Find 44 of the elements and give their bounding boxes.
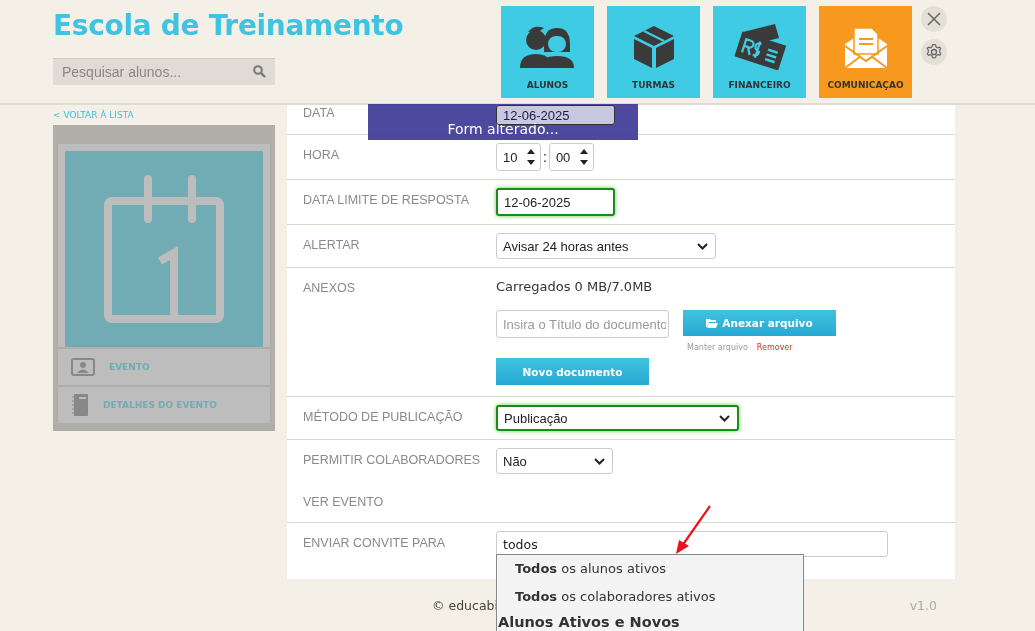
contact-icon	[71, 358, 95, 376]
select-field[interactable]: Avisar 24 horas antes	[496, 233, 716, 259]
nav-tile[interactable]: COMUNICAÇAO	[819, 6, 912, 98]
annotation-arrow	[674, 504, 714, 556]
field-label: DATA	[302, 105, 336, 120]
field-label: DATA LIMITE DE RESPOSTA	[302, 192, 470, 209]
suggestion-item[interactable]: Todos os alunos ativos	[497, 555, 803, 583]
time-separator: :	[543, 149, 547, 165]
field-label: ENVIAR CONVITE PARA	[302, 535, 447, 552]
search-field[interactable]: Pesquisar alunos...	[53, 58, 275, 85]
settings-button[interactable]	[921, 39, 947, 65]
select-field[interactable]: Publicação	[496, 405, 739, 431]
group-header: Alunos Ativos e Novos	[497, 614, 681, 630]
folder-icon	[706, 318, 719, 328]
date-field[interactable]: 12-06-2025	[496, 188, 615, 216]
app-title: Escola de Treinamento	[53, 9, 405, 42]
suggestion-item[interactable]: Todos os colaboradores ativos	[497, 583, 803, 611]
close-button[interactable]	[921, 6, 947, 32]
version-text: v1.0	[909, 598, 937, 613]
hour-field[interactable]: 10	[496, 143, 541, 171]
chevron-icon	[594, 457, 605, 465]
field-label: PERMITIR COLABORADORES	[302, 452, 482, 469]
search-icon	[253, 65, 266, 78]
select-field[interactable]: Não	[496, 448, 613, 474]
field-label: ANEXOS	[302, 280, 357, 297]
close-icon	[927, 12, 941, 26]
remove-link[interactable]: Remover	[756, 343, 793, 352]
settings-icon	[925, 43, 943, 61]
date-field[interactable]: 12-06-2025	[496, 105, 615, 125]
spinner-icon	[579, 147, 588, 167]
nav-tile[interactable]: FINANCEIRO	[713, 6, 806, 98]
chevron-icon	[719, 414, 730, 422]
field-label: ALERTAR	[302, 237, 361, 254]
field-label: VER EVENTO	[302, 494, 385, 511]
nav-tile[interactable]: ALUNOS	[501, 6, 594, 98]
field-label: MÉTODO DE PUBLICAÇÃO	[302, 408, 464, 426]
spinner-icon	[527, 147, 535, 167]
nav-tile[interactable]: TURMAS	[607, 6, 700, 98]
notebook-icon	[71, 394, 89, 416]
chevron-icon	[697, 242, 708, 250]
invite-field[interactable]: todos	[496, 531, 888, 557]
upload-usage: Carregados 0 MB/7.0MB	[496, 279, 654, 294]
field-label: HORA	[302, 147, 341, 164]
minute-field[interactable]: 00	[548, 143, 594, 171]
